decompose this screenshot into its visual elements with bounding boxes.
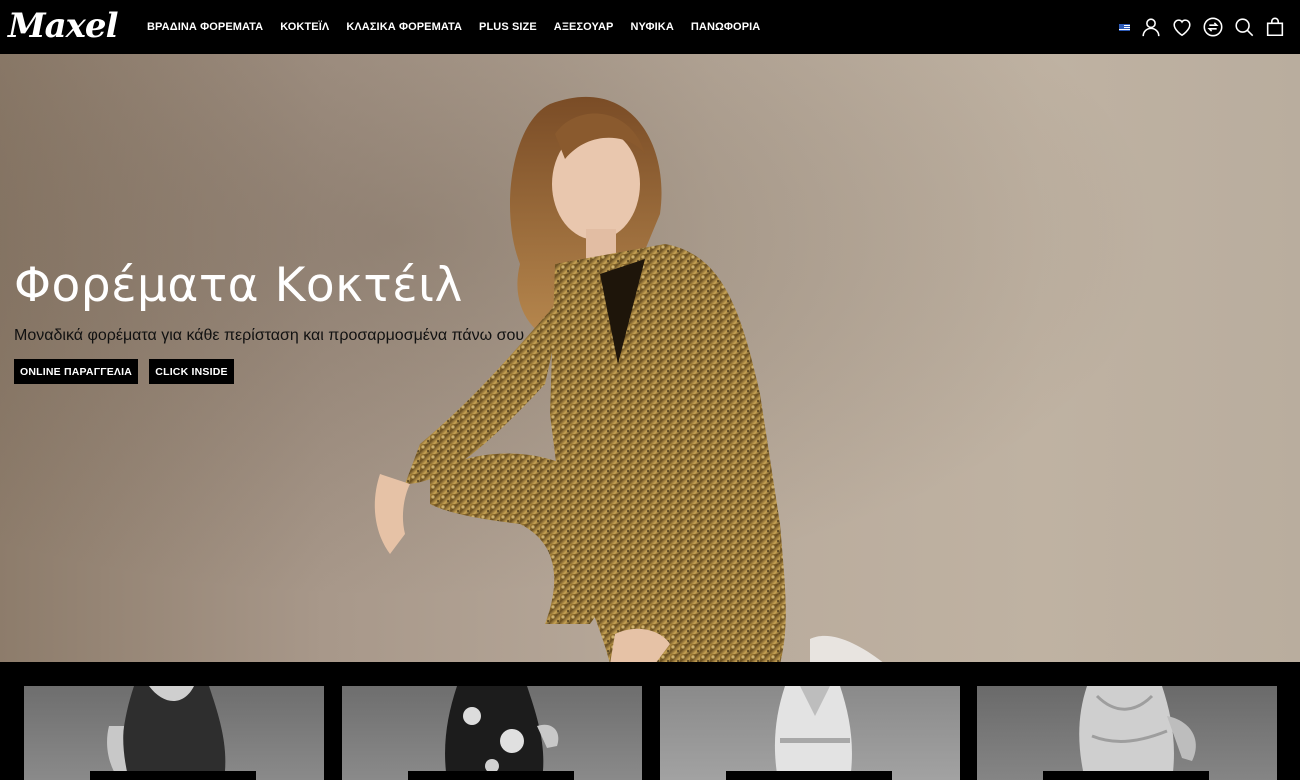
hero-title: Φορέματα Κοκτέιλ (14, 258, 463, 313)
category-card[interactable] (342, 686, 642, 780)
nav-item-evening-dresses[interactable]: ΒΡΑΔΙΝΑ ΦΟΡΕΜΑΤΑ (147, 21, 263, 33)
hero-banner[interactable]: Φορέματα Κοκτέιλ Μοναδικά φορέματα για κ… (0, 54, 1300, 662)
click-inside-button[interactable]: CLICK INSIDE (149, 359, 234, 384)
maxel-logo[interactable]: Maxel (8, 6, 118, 46)
category-card-label (90, 771, 256, 780)
header-icons (1119, 0, 1286, 54)
greek-flag-icon[interactable] (1119, 23, 1130, 31)
search-icon[interactable] (1233, 16, 1255, 38)
category-card[interactable] (24, 686, 324, 780)
model-in-gold-sequin-jumpsuit (374, 96, 883, 662)
site-header: Maxel ΒΡΑΔΙΝΑ ΦΟΡΕΜΑΤΑ ΚΟΚΤΕΪΛ ΚΛΑΣΙΚΑ Φ… (0, 0, 1300, 54)
nav-item-cocktail[interactable]: ΚΟΚΤΕΪΛ (280, 21, 329, 33)
nav-item-plus-size[interactable]: PLUS SIZE (479, 21, 537, 33)
dress-photo (774, 686, 852, 780)
online-order-button[interactable]: ONLINE ΠΑΡΑΓΓΕΛΙΑ (14, 359, 138, 384)
dress-photo (1079, 686, 1196, 780)
nav-item-classic-dresses[interactable]: ΚΛΑΣΙΚΑ ΦΟΡΕΜΑΤΑ (346, 21, 462, 33)
dress-photo (107, 686, 226, 780)
main-nav: ΒΡΑΔΙΝΑ ΦΟΡΕΜΑΤΑ ΚΟΚΤΕΪΛ ΚΛΑΣΙΚΑ ΦΟΡΕΜΑΤ… (147, 0, 777, 54)
category-card[interactable] (660, 686, 960, 780)
category-card-label (408, 771, 574, 780)
user-icon[interactable] (1140, 16, 1162, 38)
category-card-label (1043, 771, 1209, 780)
category-card-label (726, 771, 892, 780)
dress-photo (445, 686, 559, 780)
compare-icon[interactable] (1202, 16, 1224, 38)
shopping-bag-icon[interactable] (1264, 16, 1286, 38)
nav-item-accessories[interactable]: ΑΞΕΣΟΥΑΡ (554, 21, 614, 33)
hero-subtitle: Μοναδικά φορέματα για κάθε περίσταση και… (14, 327, 525, 344)
heart-icon[interactable] (1171, 16, 1193, 38)
category-card[interactable] (977, 686, 1277, 780)
nav-item-outerwear[interactable]: ΠΑΝΩΦΟΡΙΑ (691, 21, 760, 33)
category-cards (0, 662, 1300, 780)
nav-item-bridal[interactable]: ΝΥΦΙΚΑ (630, 21, 673, 33)
